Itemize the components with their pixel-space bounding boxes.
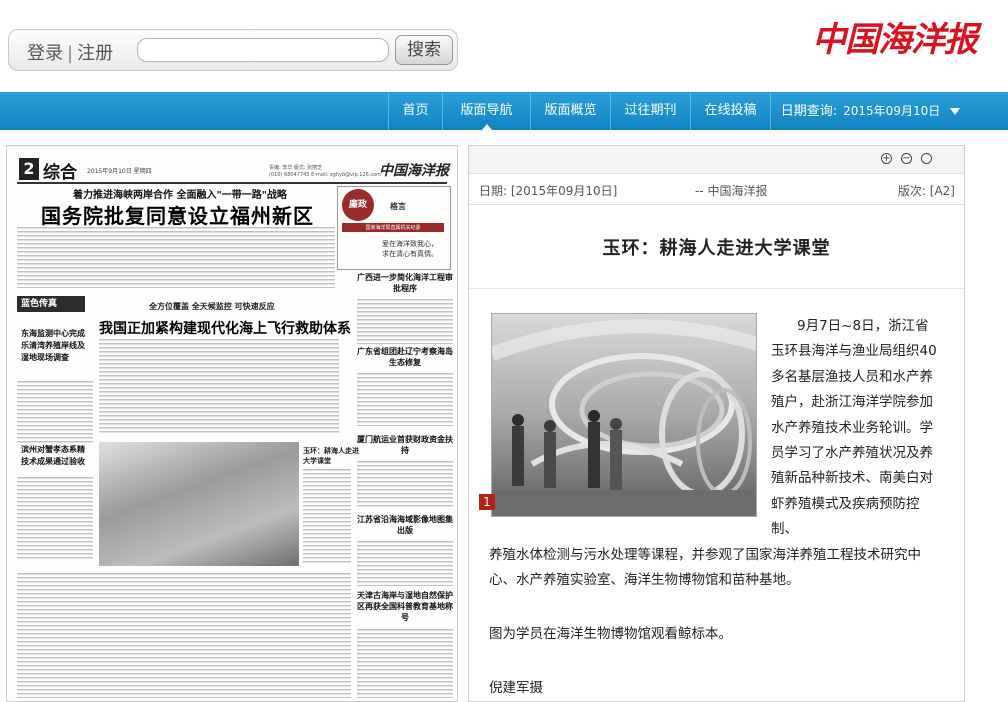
page-margin [965,145,1008,702]
editorial-badge: 廉政 [342,189,374,221]
chevron-down-icon[interactable] [950,108,961,115]
date-query[interactable]: 日期查询: 2015年09月10日 [770,92,970,130]
mid-article-text[interactable] [99,338,339,434]
nav-submit-online[interactable]: 在线投稿 [690,92,770,130]
page-date: 2015年9月10日 星期四 [87,168,152,175]
article-paragraph-1-text: 9月7日~8日，浙江省玉环县海洋与渔业局组织40多名基层渔技人员和水产养殖户，赴… [771,318,937,538]
right-article-5-text[interactable] [357,628,453,698]
right-subhead-4[interactable]: 江苏省沿海海域影像地图集出版 [357,514,453,536]
search-input[interactable] [137,38,389,62]
login-link[interactable]: 登录 [27,43,63,64]
right-subhead-2[interactable]: 广东省组团赴辽宁考察海岛生态修复 [357,346,453,368]
page-photo[interactable] [99,442,299,566]
article-paragraph-1-cont: 养殖水体检测与污水处理等课程，并参观了国家海洋养殖工程技术研究中心、水产养殖实验… [489,546,921,589]
title-divider [469,288,964,289]
active-indicator-icon [481,124,492,130]
nav-layout-overview[interactable]: 版面概览 [530,92,610,130]
zoom-reset-icon[interactable] [921,153,932,164]
section-banner: 蓝色传真 [17,296,85,312]
lead-article-text[interactable] [17,226,335,288]
photo-article-text[interactable] [303,468,351,564]
editorial-title: 格言 [390,202,406,211]
lead-headline[interactable]: 国务院批复同意设立福州新区 [41,200,314,229]
right-subhead-1[interactable]: 广西进一步简化海洋工程审批程序 [357,272,453,294]
right-article-4-text[interactable] [357,540,453,586]
article-toolbar: + − [469,146,964,174]
editorial-subtitle: 国家海洋局直属机关纪委 [342,223,444,232]
main-nav: 首页 版面导航 版面概览 过往期刊 在线投稿 日期查询: 2015年09月10日 [0,92,1008,130]
article-source: -- 中国海洋报 [695,184,768,198]
nav-home[interactable]: 首页 [388,92,442,130]
zoom-out-icon[interactable]: − [901,153,912,164]
article-date: 日期: [2015年09月10日] [479,184,618,198]
article-panel: + − 日期: [2015年09月10日] -- 中国海洋报 版次: [A2] … [468,145,965,702]
page-editors: 责编: 李华 版式: 张丽芝 [269,165,323,171]
photo-caption: 图为学员在海洋生物博物馆观看鲸标本。 [489,626,732,642]
separator: | [67,43,74,64]
editorial-quote: 爱在海洋致我心，求在清心有真情。 [382,240,438,258]
left-article-1-text[interactable] [17,380,93,444]
site-logo[interactable]: 中国海洋报 [812,12,978,61]
left-subhead-1[interactable]: 东海监测中心完成乐清湾养殖岸线及湿地现场调查 [21,328,91,364]
search-button[interactable]: 搜索 [395,35,453,65]
right-article-2-text[interactable] [357,372,453,426]
page-logo: 中国海洋报 [379,163,449,179]
date-query-value: 2015年09月10日 [843,104,941,118]
right-article-3-text[interactable] [357,460,453,508]
right-subhead-5[interactable]: 天津古海岸与湿地自然保护区再获全国科普教育基地称号 [357,590,453,623]
zoom-in-icon[interactable]: + [881,153,892,164]
lead-kicker[interactable]: 着力推进海峡两岸合作 全面融入"一带一路"战略 [73,186,287,201]
date-query-label: 日期查询: [780,104,838,119]
page-photo-caption[interactable]: 玉环：耕海人走进大学课堂 [303,446,363,466]
editorial-box[interactable]: 廉政 格言 国家海洋局直属机关纪委 爱在海洋致我心，求在清心有真情。 [337,186,451,270]
article-paragraph-1: 9月7日~8日，浙江省玉环县海洋与渔业局组织40多名基层渔技人员和水产养殖户，赴… [489,314,941,543]
page-section: 综合 [43,163,77,183]
article-title: 玉环：耕海人走进大学课堂 [602,238,831,259]
article-version: 版次: [A2] [897,184,955,198]
photo-credit: 倪建军摄 [489,680,543,696]
meta-divider [469,204,964,205]
page-rule [17,182,447,184]
newspaper-page[interactable]: 2 综合 2015年9月10日 星期四 责编: 李华 版式: 张丽芝 (010)… [6,145,458,702]
mid-kicker[interactable]: 全方位覆盖 全天候监控 可快速反应 [149,301,275,312]
nav-past-issues[interactable]: 过往期刊 [610,92,690,130]
nav-layout-guide[interactable]: 版面导航 [442,92,530,130]
bottom-article-text[interactable] [17,572,351,698]
register-link[interactable]: 注册 [77,43,113,64]
left-article-2-text[interactable] [17,476,93,560]
left-subhead-2[interactable]: 滨州对蟹孝态系精技术成果通过验收 [21,444,91,468]
page-contact: (010) 68047743 E-mail: zghyb@vip.126.com [269,172,382,178]
right-subhead-3[interactable]: 厦门航运业首获财政资金扶持 [357,434,453,456]
mid-headline[interactable]: 我国正加紧构建现代化海上飞行救助体系 [99,318,351,338]
top-bar: 登录 | 注册 搜索 中国海洋报 [0,0,1008,92]
page-number: 2 [19,158,39,180]
article-body: 9月7日~8日，浙江省玉环县海洋与渔业局组织40多名基层渔技人员和水产养殖户，赴… [489,314,941,593]
login-register-links: 登录 | 注册 [27,39,113,65]
right-article-1-text[interactable] [357,298,453,344]
nav-layout-guide-label: 版面导航 [460,103,513,118]
page-header: 2 综合 2015年9月10日 星期四 责编: 李华 版式: 张丽芝 (010)… [7,146,457,186]
login-search-box: 登录 | 注册 搜索 [8,29,458,71]
